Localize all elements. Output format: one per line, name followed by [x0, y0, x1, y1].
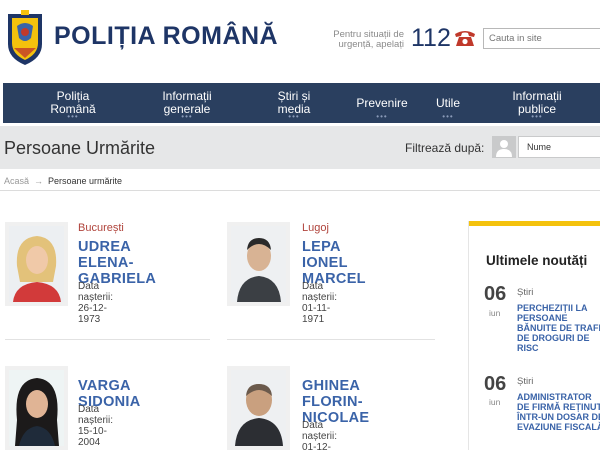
person-photo[interactable] [5, 222, 68, 306]
dob-label: Data nașterii: [302, 281, 338, 303]
news-headline[interactable]: ADMINISTRATOR DE FIRMĂ REȚINUT ÎNTR-UN D… [517, 392, 600, 432]
person-photo[interactable] [5, 366, 68, 450]
brand-name[interactable]: POLIȚIA ROMÂNĂ [54, 22, 278, 51]
site-header: POLIȚIA ROMÂNĂ Pentru situații de urgenț… [0, 0, 600, 78]
nav-item-label: Utile [435, 95, 460, 110]
search-input[interactable] [483, 28, 600, 49]
card-divider [5, 339, 210, 340]
dob-label: Data nașterii: [78, 281, 114, 303]
news-day: 06 [484, 283, 507, 305]
page-title: Persoane Urmărite [4, 138, 156, 158]
emergency-number: 112 [411, 24, 451, 52]
dob-value: 01-11-1971 [302, 303, 331, 325]
person-name[interactable]: UDREA ELENA- GABRIELA [78, 239, 156, 287]
nav-item-label: Prevenire [356, 95, 408, 110]
news-category: Știri [517, 287, 534, 298]
nav-item-dots: ••• [181, 112, 193, 121]
divider [0, 190, 600, 191]
person-dob: Data nașterii: 15-10-2004 [78, 404, 113, 448]
breadcrumb: Acasă → Persoane urmărite [4, 176, 122, 186]
person-portrait-icon [9, 370, 64, 446]
dob-value: 01-12-1974 [302, 442, 331, 450]
person-dob: Data nașterii: 01-12-1974 [302, 420, 337, 450]
person-photo[interactable] [227, 222, 290, 306]
breadcrumb-home-link[interactable]: Acasă [4, 176, 29, 186]
nav-item-dots: ••• [288, 112, 300, 121]
card-divider [227, 339, 435, 340]
sidebar-accent-bar [469, 221, 600, 226]
emergency-text: Pentru situații de urgență, apelați [333, 29, 404, 50]
filter-dropdown[interactable]: Nume [518, 136, 600, 158]
news-month: iun [489, 308, 501, 318]
page-title-bar: Persoane Urmărite Filtrează după: Nume [0, 126, 600, 169]
nav-item-politia-romana[interactable]: Poliția Română ••• [23, 83, 123, 123]
nav-item-dots: ••• [376, 112, 388, 121]
news-headline[interactable]: PERCHEZIȚII LA PERSOANE BĂNUITE DE TRAFI… [517, 303, 600, 353]
person-photo[interactable] [227, 366, 290, 450]
breadcrumb-separator: → [34, 176, 44, 186]
person-portrait-icon [231, 370, 286, 446]
sidebar-title: Ultimele noutăți [486, 253, 588, 268]
person-portrait-icon [231, 226, 286, 302]
person-city: București [78, 222, 124, 234]
dob-value: 15-10-2004 [78, 426, 107, 448]
person-name[interactable]: LEPA IONEL MARCEL [302, 239, 366, 287]
nav-item-utile[interactable]: Utile ••• [423, 83, 473, 123]
person-dob: Data nașterii: 26-12-1973 [78, 281, 113, 325]
phone-icon [455, 31, 475, 46]
breadcrumb-current: Persoane urmărite [48, 176, 123, 186]
police-crest-icon[interactable] [4, 8, 46, 66]
person-dob: Data nașterii: 01-11-1971 [302, 281, 337, 325]
nav-item-prevenire[interactable]: Prevenire ••• [343, 83, 421, 123]
dob-label: Data nașterii: [78, 404, 114, 426]
news-day: 06 [484, 373, 507, 395]
person-name[interactable]: GHINEA FLORIN- NICOLAE [302, 378, 369, 426]
news-category: Știri [517, 376, 534, 387]
dob-label: Data nașterii: [302, 420, 338, 442]
nav-item-dots: ••• [531, 112, 543, 121]
nav-item-informatii-publice[interactable]: Informații publice ••• [489, 83, 585, 123]
user-silhouette-icon [492, 136, 516, 158]
person-city: Lugoj [302, 222, 329, 234]
news-month: iun [489, 397, 501, 407]
person-portrait-icon [9, 226, 64, 302]
nav-item-dots: ••• [442, 112, 454, 121]
main-navigation: Poliția Română ••• Informații generale •… [3, 83, 600, 123]
nav-item-dots: ••• [67, 112, 79, 121]
nav-item-informatii-generale[interactable]: Informații generale ••• [139, 83, 235, 123]
filter-label: Filtrează după: [405, 141, 485, 155]
nav-item-stiri-si-media[interactable]: Știri și media ••• [251, 83, 337, 123]
latest-news-sidebar: Ultimele noutăți 06 iun Știri PERCHEZIȚI… [468, 221, 600, 450]
dob-value: 26-12-1973 [78, 303, 107, 325]
